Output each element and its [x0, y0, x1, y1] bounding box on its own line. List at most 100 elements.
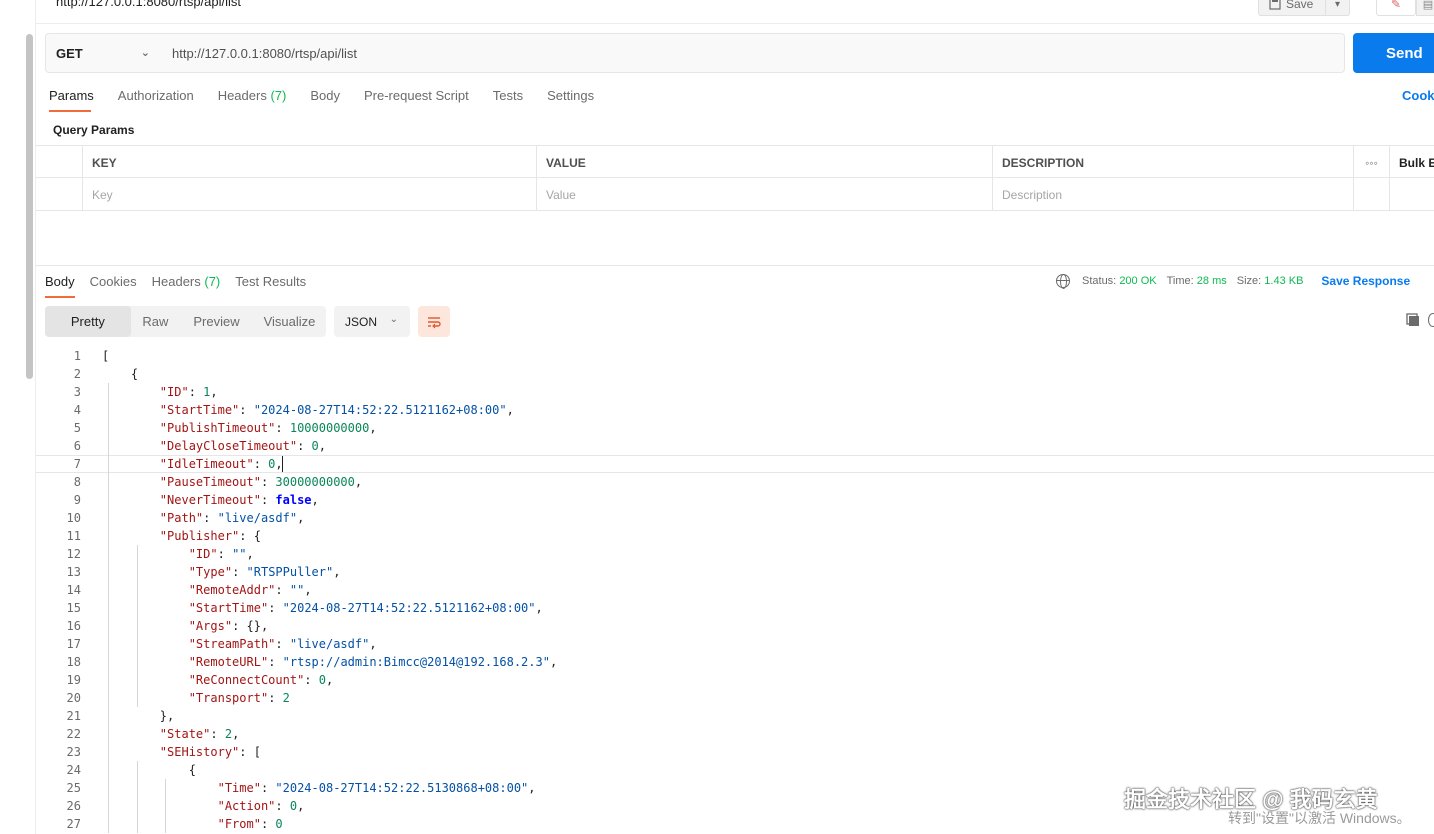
response-status-bar: Status: 200 OK Time: 28 ms Size: 1.43 KB…	[1056, 274, 1410, 289]
code-text: "StartTime": "2024-08-27T14:52:22.512116…	[188, 601, 543, 615]
code-text: "DelayCloseTimeout": 0,	[159, 439, 326, 453]
code-line: 19 "ReConnectCount": 0,	[36, 671, 1434, 689]
url-value: http://127.0.0.1:8080/rtsp/api/list	[172, 45, 358, 61]
description-column-header: DESCRIPTION	[992, 146, 1353, 179]
response-body-editor[interactable]: 1[2 {3 "ID": 1, 4 "StartTime": "2024-08-2…	[36, 347, 1434, 834]
row-spacer	[1353, 178, 1389, 211]
windows-activation-notice: 转到"设置"以激活 Windows。	[1228, 810, 1411, 826]
view-pretty-button[interactable]: Pretty	[45, 306, 131, 337]
search-icon[interactable]	[1428, 313, 1434, 327]
time-info[interactable]: Time: 28 ms	[1167, 275, 1227, 287]
code-text: "IdleTimeout": 0,	[159, 457, 283, 471]
code-line: 12 "ID": "",	[36, 545, 1434, 563]
active-tab-indicator	[49, 110, 91, 112]
copy-icon[interactable]	[1406, 313, 1420, 327]
line-number: 5	[73, 421, 81, 435]
tab-response-cookies[interactable]: Cookies	[90, 274, 137, 289]
code-text: "Action": 0,	[217, 799, 305, 813]
line-number: 8	[73, 475, 81, 489]
code-text: "From": 0	[217, 817, 283, 831]
line-number: 1	[73, 349, 81, 363]
tab-settings[interactable]: Settings	[547, 88, 594, 112]
row-checkbox-cell	[36, 178, 82, 211]
indent-guide	[136, 761, 138, 833]
code-line: 11 "Publisher": {	[36, 527, 1434, 545]
line-number: 22	[66, 727, 81, 741]
row-spacer	[1389, 178, 1434, 211]
line-number: 13	[66, 565, 81, 579]
line-number: 18	[66, 655, 81, 669]
more-options-icon[interactable]: ◦◦◦	[1353, 146, 1389, 179]
save-options-button[interactable]: ▾	[1326, 0, 1350, 16]
response-headers-count: (7)	[204, 274, 221, 289]
line-number: 17	[66, 637, 81, 651]
line-number: 9	[73, 493, 81, 507]
view-raw-button[interactable]: Raw	[131, 306, 180, 337]
code-text: "ID": "",	[188, 547, 254, 561]
line-number: 24	[66, 763, 81, 777]
tab-params[interactable]: Params	[49, 88, 94, 112]
chevron-down-icon: ⌄	[389, 314, 398, 325]
query-params-table: KEY VALUE DESCRIPTION ◦◦◦ Bulk E Key Val…	[36, 145, 1434, 211]
code-text: },	[159, 709, 175, 723]
code-line: 13 "Type": "RTSPPuller",	[36, 563, 1434, 581]
save-button[interactable]: Save	[1258, 0, 1326, 16]
globe-icon[interactable]	[1056, 274, 1070, 289]
key-input[interactable]: Key	[82, 178, 536, 211]
code-text: "Path": "live/asdf",	[159, 511, 305, 525]
save-response-button[interactable]: Save Response	[1321, 274, 1410, 288]
bulk-edit-button[interactable]: Bulk E	[1389, 146, 1434, 179]
cookies-link[interactable]: Cooki	[1402, 88, 1434, 103]
tab-response-body[interactable]: Body	[45, 274, 75, 289]
tab-authorization[interactable]: Authorization	[118, 88, 194, 112]
method-select[interactable]: GET ⌄	[45, 33, 161, 73]
line-number: 20	[66, 691, 81, 705]
method-value: GET	[56, 45, 83, 61]
documentation-button[interactable]: ▤	[1416, 0, 1434, 16]
code-text: "RemoteURL": "rtsp://admin:Bimcc@2014@19…	[188, 655, 558, 669]
size-info[interactable]: Size: 1.43 KB	[1237, 275, 1304, 287]
description-input[interactable]: Description	[992, 178, 1353, 211]
code-line: 17 "StreamPath": "live/asdf",	[36, 635, 1434, 653]
code-line: 10 "Path": "live/asdf",	[36, 509, 1434, 527]
value-input[interactable]: Value	[536, 178, 992, 211]
code-text: "SEHistory": [	[159, 745, 261, 759]
code-line: 21 },	[36, 707, 1434, 725]
code-line: 4 "StartTime": "2024-08-27T14:52:22.5121…	[36, 401, 1434, 419]
view-visualize-button[interactable]: Visualize	[253, 306, 326, 337]
line-number: 16	[66, 619, 81, 633]
response-tabs: Body Cookies Headers (7) Test Results	[45, 274, 330, 289]
line-number: 10	[66, 511, 81, 525]
tab-headers[interactable]: Headers (7)	[218, 88, 287, 112]
code-line: 3 "ID": 1,	[36, 383, 1434, 401]
status-info[interactable]: Status: 200 OK	[1082, 275, 1157, 287]
code-text: "StreamPath": "live/asdf",	[188, 637, 377, 651]
code-line: 23 "SEHistory": [	[36, 743, 1434, 761]
format-select[interactable]: JSON ⌄	[334, 306, 410, 337]
pane-divider[interactable]	[36, 265, 1434, 266]
wrap-lines-button[interactable]	[418, 306, 450, 337]
tab-tests[interactable]: Tests	[493, 88, 523, 112]
url-input[interactable]: http://127.0.0.1:8080/rtsp/api/list	[160, 33, 1345, 73]
code-line: 16 "Args": {},	[36, 617, 1434, 635]
code-text: "ID": 1,	[159, 385, 218, 399]
code-text: "Time": "2024-08-27T14:52:22.5130868+08:…	[217, 781, 536, 795]
code-text: "Publisher": {	[159, 529, 261, 543]
key-column-header: KEY	[82, 146, 536, 179]
line-number: 3	[73, 385, 81, 399]
request-title[interactable]: http://127.0.0.1:8080/rtsp/api/list	[56, 0, 241, 9]
scrollbar-thumb[interactable]	[26, 34, 33, 379]
chevron-down-icon: ▾	[1334, 0, 1341, 10]
view-preview-button[interactable]: Preview	[180, 306, 253, 337]
line-number: 27	[66, 817, 81, 831]
tab-pre-request-script[interactable]: Pre-request Script	[364, 88, 469, 112]
tab-body[interactable]: Body	[310, 88, 340, 112]
line-number: 14	[66, 583, 81, 597]
tab-test-results[interactable]: Test Results	[235, 274, 306, 289]
tab-response-headers[interactable]: Headers (7)	[152, 274, 221, 289]
send-button[interactable]: Send	[1353, 33, 1434, 73]
code-line: 2 {	[36, 365, 1434, 383]
line-number: 19	[66, 673, 81, 687]
save-icon	[1269, 0, 1281, 10]
edit-button[interactable]: ✎	[1376, 0, 1416, 16]
